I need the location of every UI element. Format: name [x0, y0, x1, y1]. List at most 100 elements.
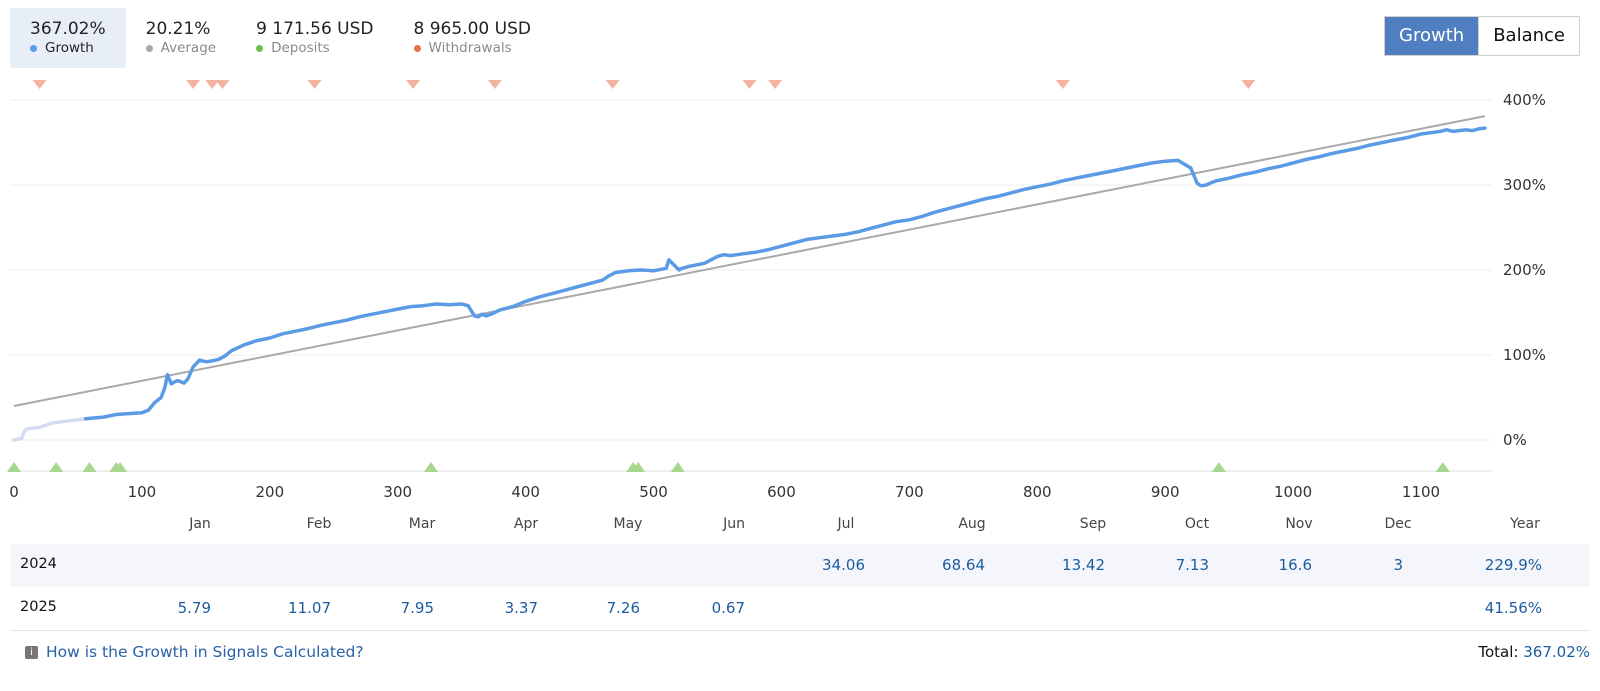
average-dot-icon — [145, 44, 153, 52]
header-month: Apr — [513, 516, 539, 532]
stats-bar: 367.02% Growth 20.21% Average 9 171.56 U… — [10, 8, 551, 68]
growth-chart[interactable]: 0% 100% 200% 300% 400% 0 100 200 300 400 500 600 70… — [0, 72, 1600, 512]
y-tick-label: 100% — [1503, 346, 1546, 364]
view-toggle: Growth Balance — [1384, 16, 1580, 56]
row-year: 2025 — [20, 599, 57, 615]
growth-help-text: How is the Growth in Signals Calculated? — [46, 643, 364, 661]
withdrawal-marker — [605, 80, 620, 89]
x-tick-label: 900 — [1151, 483, 1180, 501]
withdrawal-marker — [1241, 80, 1256, 89]
withdrawal-marker — [742, 80, 757, 89]
info-icon: i — [25, 645, 38, 659]
stat-growth-value: 367.02% — [30, 19, 106, 39]
withdrawal-marker — [1055, 80, 1070, 89]
month-value-cell: 68.64 — [942, 556, 985, 574]
withdrawal-marker — [32, 80, 47, 89]
year-total-cell: 41.56% — [1484, 599, 1542, 617]
growth-help-link[interactable]: i How is the Growth in Signals Calculate… — [25, 643, 364, 661]
total-value: 367.02% — [1523, 643, 1590, 661]
stat-growth-label: Growth — [45, 40, 94, 56]
x-tick-label: 1100 — [1402, 483, 1440, 501]
average-series-line — [13, 115, 1486, 407]
x-tick-label: 300 — [383, 483, 412, 501]
header-month: Jan — [189, 516, 211, 532]
stat-deposits[interactable]: 9 171.56 USD Deposits — [236, 8, 393, 68]
withdrawal-marker — [487, 80, 502, 89]
header-month: Feb — [306, 516, 332, 532]
y-tick-label: 200% — [1503, 261, 1546, 279]
x-axis: 0 100 200 300 400 500 600 700 800 900 1000 1100 — [9, 483, 1440, 501]
x-tick-label: 800 — [1023, 483, 1052, 501]
deposit-marker — [49, 462, 64, 472]
table-row-2024: 2024 34.06 68.64 13.42 7.13 16.6 3 229.9% — [10, 544, 1590, 587]
table-header: Jan Feb Mar Apr May Jun Jul Aug Sep Oct Nov Dec Year — [10, 514, 1590, 544]
header-month: Mar — [408, 516, 436, 532]
chart-markers — [7, 80, 1450, 472]
stat-average-label: Average — [160, 40, 217, 56]
month-value-cell: 7.13 — [1175, 556, 1209, 574]
growth-dot-icon — [30, 44, 37, 52]
footer: i How is the Growth in Signals Calculate… — [10, 640, 1590, 670]
stat-average-value: 20.21% — [145, 19, 211, 39]
x-tick-label: 400 — [511, 483, 540, 501]
header-month: Jun — [723, 516, 745, 532]
deposit-marker — [82, 462, 97, 472]
table-divider — [10, 630, 1590, 631]
y-tick-label: 0% — [1503, 431, 1527, 449]
header-month: Jul — [837, 516, 855, 532]
month-value-cell: 0.67 — [711, 599, 745, 617]
stat-average[interactable]: 20.21% Average — [126, 8, 236, 68]
row-year: 2024 — [20, 556, 57, 572]
x-tick-label: 500 — [639, 483, 668, 501]
deposit-marker — [1435, 462, 1450, 472]
deposit-marker — [670, 462, 685, 472]
withdrawal-marker — [406, 80, 421, 89]
x-tick-label: 700 — [895, 483, 924, 501]
x-tick-label: 1000 — [1274, 483, 1312, 501]
deposit-marker — [7, 462, 21, 472]
stat-growth[interactable]: 367.02% Growth — [10, 8, 126, 68]
header-year-total: Year — [1510, 516, 1540, 532]
withdrawal-marker — [307, 80, 322, 89]
month-value-cell: 16.6 — [1278, 556, 1312, 574]
total-label: Total: — [1478, 643, 1519, 661]
header-month: Sep — [1079, 516, 1107, 532]
month-value-cell: 34.06 — [822, 556, 865, 574]
x-tick-label: 0 — [9, 483, 19, 501]
deposit-marker — [423, 462, 438, 472]
stat-deposits-label: Deposits — [271, 40, 330, 56]
month-value-cell: 3 — [1393, 556, 1403, 574]
chart-series — [12, 115, 1487, 442]
monthly-growth-table: Jan Feb Mar Apr May Jun Jul Aug Sep Oct Nov Dec Year… — [10, 514, 1590, 631]
balance-toggle-button[interactable]: Balance — [1478, 17, 1579, 55]
stat-deposits-value: 9 171.56 USD — [256, 19, 374, 39]
header-month: Nov — [1285, 516, 1313, 532]
header-month: May — [613, 516, 643, 532]
growth-toggle-button[interactable]: Growth — [1385, 17, 1479, 55]
stat-withdrawals-label: Withdrawals — [428, 40, 512, 56]
y-axis: 0% 100% 200% 300% 400% — [1503, 91, 1546, 449]
deposits-dot-icon — [256, 44, 264, 52]
deposit-marker — [1211, 462, 1226, 472]
growth-series-line — [83, 126, 1487, 421]
month-value-cell: 3.37 — [504, 599, 538, 617]
header-month: Oct — [1184, 516, 1210, 532]
month-value-cell: 5.79 — [177, 599, 211, 617]
withdrawal-marker — [186, 80, 201, 89]
y-tick-label: 400% — [1503, 91, 1546, 109]
x-tick-label: 200 — [255, 483, 284, 501]
x-tick-label: 600 — [767, 483, 796, 501]
month-value-cell: 11.07 — [288, 599, 331, 617]
withdrawals-dot-icon — [413, 44, 421, 52]
withdrawal-marker — [215, 80, 230, 89]
month-value-cell: 7.95 — [400, 599, 434, 617]
total-growth: Total: 367.02% — [1478, 643, 1590, 661]
header-month: Aug — [958, 516, 986, 532]
chart-grid — [10, 99, 1492, 472]
stat-withdrawals[interactable]: 8 965.00 USD Withdrawals — [394, 8, 551, 68]
year-total-cell: 229.9% — [1484, 556, 1542, 574]
y-tick-label: 300% — [1503, 176, 1546, 194]
stat-withdrawals-value: 8 965.00 USD — [413, 19, 531, 39]
table-row-2025: 2025 5.79 11.07 7.95 3.37 7.26 0.67 41.56% — [10, 587, 1590, 630]
month-value-cell: 7.26 — [606, 599, 640, 617]
